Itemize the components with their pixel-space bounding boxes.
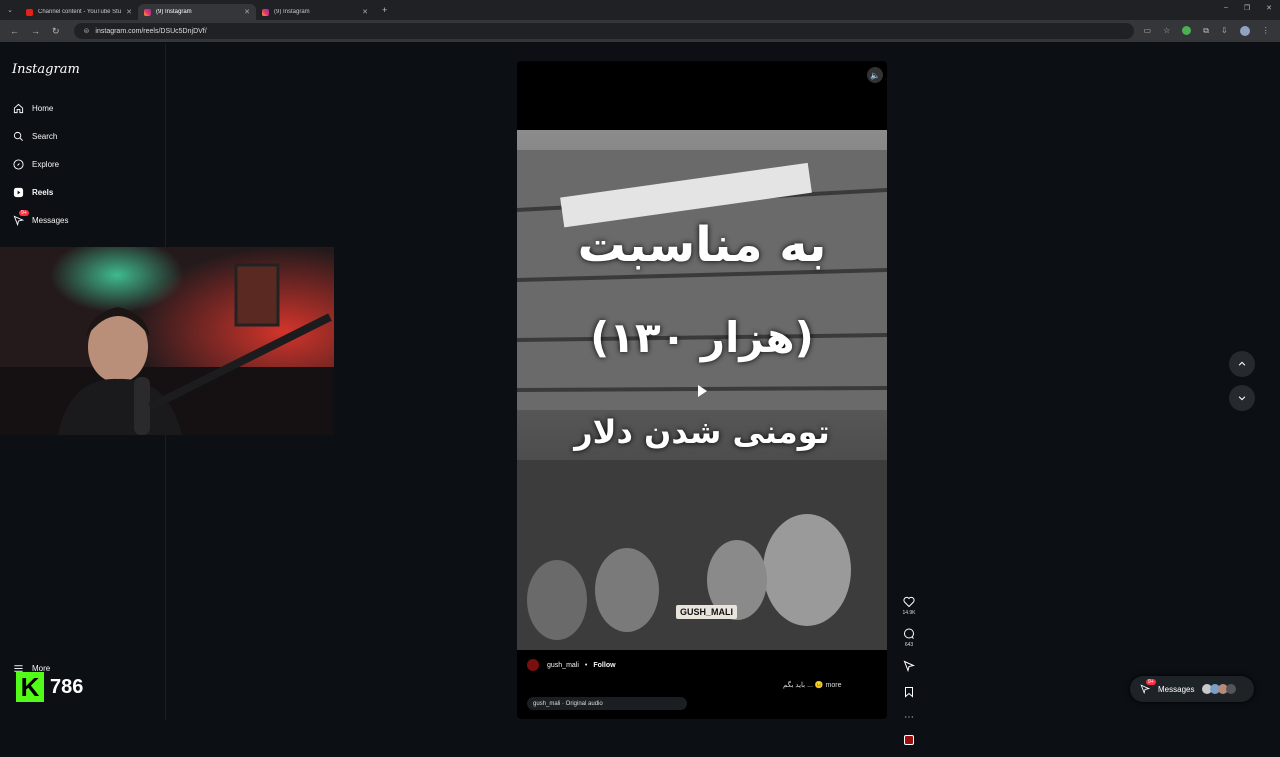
sidebar-item-label: Messages [32,215,69,225]
browser-tab-instagram[interactable]: (9) Instagram ✕ [256,4,374,20]
sidebar-item-search[interactable]: Search [12,130,57,142]
profile-avatar[interactable] [1239,26,1250,36]
audio-link[interactable]: gush_mali · Original audio [527,697,687,710]
author-avatar[interactable] [527,659,539,671]
message-avatars [1202,684,1237,694]
browser-tab-youtube[interactable]: Channel content - YouTube Stu ✕ [20,4,138,20]
audio-label: gush_mali · Original audio [533,700,603,707]
chevron-down-icon [1238,396,1246,401]
tab-title: (9) Instagram [156,9,192,15]
site-info-icon[interactable]: ⊜ [84,27,90,35]
brand-number: 786 [50,675,84,698]
back-icon[interactable]: ← [10,26,19,37]
reel-description[interactable]: باید بگم ... 😐 more [783,681,841,689]
tab-search-icon[interactable]: ⌄ [0,6,20,14]
reel-caption-line-3: تومنی شدن دلار [574,413,830,451]
address-toolbar: ← → ↻ ⊜ instagram.com/reels/DSUc5DnjDVf/… [0,20,1280,42]
webcam-overlay [0,247,334,435]
notification-badge: 9+ [19,210,29,216]
separator-dot: • [584,661,588,669]
share-icon [903,660,915,672]
compass-icon [12,158,24,170]
browser-tab-instagram-active[interactable]: (9) Instagram ✕ [138,4,256,20]
like-count: 14.9K [902,610,916,616]
reel-caption-line-2: (۱۳۰ هزار) [590,313,814,362]
close-tab-icon[interactable]: ✕ [126,8,132,16]
play-icon[interactable] [698,385,707,397]
new-tab-icon[interactable]: + [382,5,387,15]
close-window-icon[interactable]: ✕ [1266,4,1272,12]
reel-video[interactable]: به مناسبت (۱۳۰ هزار) تومنی شدن دلار GUSH… [517,61,887,719]
notification-badge: 9+ [1146,679,1156,685]
cast-icon[interactable]: ▭ [1144,26,1152,36]
browser-menu-icon[interactable]: ⋮ [1262,26,1270,36]
extension-icon[interactable] [1182,26,1192,35]
instagram-favicon-icon [262,8,269,16]
bookmark-icon [905,687,913,698]
messenger-icon [1140,684,1150,694]
more-dots-icon: ⋯ [904,712,914,723]
follow-button[interactable]: Follow [593,662,615,669]
sidebar-item-reels[interactable]: Reels [12,186,53,198]
search-icon [12,130,24,142]
chevron-up-icon [1238,361,1246,366]
reload-icon[interactable]: ↻ [52,26,60,37]
instagram-page: Instagram Home Search Explore Reels 9+ M… [0,44,1280,745]
sidebar-item-label: Explore [32,159,60,169]
sidebar-item-label: Home [32,103,54,113]
comment-button[interactable]: 643 [903,628,915,648]
reel-caption-line-1: به مناسبت [577,217,827,273]
reels-icon [12,186,24,198]
audio-thumbnail-image [904,735,914,745]
sidebar-item-home[interactable]: Home [12,102,53,114]
reel-author: gush_mali • Follow [527,659,616,671]
avatar [1226,684,1237,694]
comment-count: 643 [904,642,914,648]
extensions-puzzle-icon[interactable]: ⧉ [1203,26,1209,36]
youtube-favicon-icon [26,8,33,16]
downloads-icon[interactable]: ⇩ [1221,26,1228,36]
forward-icon[interactable]: → [31,26,40,37]
messenger-icon: 9+ [12,210,29,226]
share-button[interactable] [903,660,915,674]
sidebar-item-label: Search [32,131,58,141]
browser-tab-bar: ⌄ Channel content - YouTube Stu ✕ (9) In… [0,0,1280,20]
mute-icon[interactable]: 🔈 [867,67,883,83]
previous-reel-button[interactable] [1229,351,1255,377]
close-tab-icon[interactable]: ✕ [362,8,368,16]
sidebar-item-messages[interactable]: 9+ Messages [12,210,69,226]
reel-actions: 14.9K 643 ⋯ [897,596,921,757]
author-username[interactable]: gush_mali [547,662,579,669]
url-text: instagram.com/reels/DSUc5DnjDVf/ [95,27,207,35]
kick-logo-icon: K [16,672,44,702]
messages-pill[interactable]: 9+ Messages [1130,676,1254,702]
webcam-image [0,247,334,435]
save-button[interactable] [903,686,915,700]
sidebar-item-label: Reels [32,187,54,197]
heart-icon [903,596,915,608]
like-button[interactable]: 14.9K [902,596,916,616]
comment-icon [904,628,914,639]
home-icon [12,102,24,114]
tab-title: (9) Instagram [274,9,310,15]
kick-brand-overlay: K 786 [16,672,83,702]
audio-thumbnail[interactable] [904,735,914,745]
maximize-icon[interactable]: ❐ [1244,4,1250,12]
url-bar[interactable]: ⊜ instagram.com/reels/DSUc5DnjDVf/ [73,23,1134,39]
instagram-logo[interactable]: Instagram [12,62,80,77]
sidebar-item-explore[interactable]: Explore [12,158,59,170]
reel-watermark: GUSH_MALI [676,605,738,619]
bookmark-star-icon[interactable]: ☆ [1163,26,1170,36]
next-reel-button[interactable] [1229,385,1255,411]
close-tab-icon[interactable]: ✕ [244,8,250,16]
messages-label: Messages [1158,684,1195,694]
window-controls: – ❐ ✕ [1224,4,1272,12]
instagram-favicon-icon [144,8,151,16]
tab-title: Channel content - YouTube Stu [38,9,122,15]
more-options-button[interactable]: ⋯ [904,712,914,723]
minimize-icon[interactable]: – [1224,4,1228,12]
